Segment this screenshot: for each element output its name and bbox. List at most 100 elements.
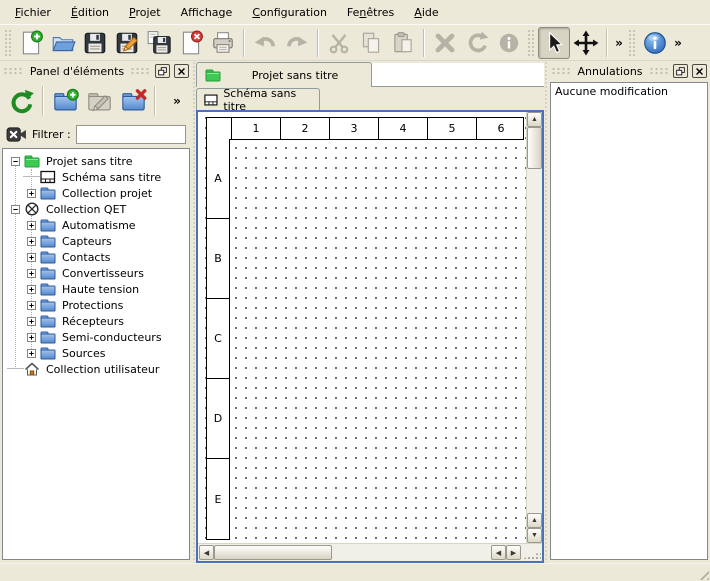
elements-panel-toolbar: » xyxy=(0,81,192,121)
reload-collections-button[interactable] xyxy=(4,84,38,118)
tree-connector xyxy=(23,169,40,185)
qelectrotech-window: FichierÉditionProjetAffichageConfigurati… xyxy=(0,0,710,581)
tree-item-recepteurs[interactable]: Récepteurs xyxy=(3,313,189,329)
scroll-right-button[interactable]: ▶ xyxy=(506,545,521,560)
clear-filter-button[interactable] xyxy=(6,126,27,143)
menu-aide[interactable]: Aide xyxy=(405,3,447,22)
elements-panel-titlebar[interactable]: Panel d'éléments xyxy=(0,61,192,81)
undo-panel-titlebar[interactable]: Annulations xyxy=(548,61,710,81)
tree-expander-plus[interactable] xyxy=(23,313,40,329)
tree-item-label: Collection QET xyxy=(44,203,128,216)
toolbar-handle[interactable] xyxy=(628,29,637,57)
save-all-button[interactable] xyxy=(143,27,175,59)
new-category-button[interactable] xyxy=(48,84,82,118)
toolbar-separator xyxy=(42,86,44,116)
toolbar-handle[interactable] xyxy=(4,29,13,57)
toolbar-handle[interactable] xyxy=(527,29,536,57)
tree-expander-plus[interactable] xyxy=(23,233,40,249)
tree-item-label: Projet sans titre xyxy=(44,155,135,168)
scroll-left-button-2[interactable]: ◀ xyxy=(491,545,506,560)
save-button[interactable] xyxy=(79,27,111,59)
undo-list-item[interactable]: Aucune modification xyxy=(551,83,707,100)
menu-affichage[interactable]: Affichage xyxy=(172,3,242,22)
float-undo-panel-button[interactable] xyxy=(673,64,688,78)
rotate-icon xyxy=(464,30,490,56)
tree-item-projet-sans-titre[interactable]: Projet sans titre xyxy=(3,153,189,169)
tree-item-collection-qet[interactable]: Collection QET xyxy=(3,201,189,217)
close-file-button[interactable] xyxy=(175,27,207,59)
column-header-4: 4 xyxy=(378,118,427,139)
tree-indent xyxy=(3,217,23,233)
save-as-button[interactable] xyxy=(111,27,143,59)
toolbar-separator xyxy=(154,86,156,116)
tree-expander-minus[interactable] xyxy=(7,153,24,169)
tree-expander-plus[interactable] xyxy=(23,217,40,233)
tree-item-collection-projet[interactable]: Collection projet xyxy=(3,185,189,201)
tree-expander-plus[interactable] xyxy=(23,281,40,297)
tree-expander-plus[interactable] xyxy=(23,345,40,361)
modes-overflow-button[interactable]: » xyxy=(612,29,626,57)
print-button[interactable] xyxy=(207,27,239,59)
tab-projet-sans-titre[interactable]: Projet sans titre xyxy=(196,62,372,87)
resize-grip[interactable] xyxy=(696,567,709,580)
tree-item-label: Haute tension xyxy=(60,283,141,296)
about-info-button[interactable] xyxy=(639,27,671,59)
tree-expander-plus[interactable] xyxy=(23,329,40,345)
scroll-down-button[interactable]: ▼ xyxy=(527,528,542,543)
project-tab-label: Projet sans titre xyxy=(227,69,363,82)
tree-item-sources[interactable]: Sources xyxy=(3,345,189,361)
open-button[interactable] xyxy=(47,27,79,59)
menu-fichier[interactable]: Fichier xyxy=(6,3,60,22)
elements-panel: Panel d'éléments » Filtrer : Projet sans… xyxy=(0,61,192,563)
close-undo-panel-button[interactable] xyxy=(692,64,707,78)
tree-expander-plus[interactable] xyxy=(23,297,40,313)
menu-fenetres[interactable]: Fenêtres xyxy=(338,3,403,22)
tree-item-haute-tension[interactable]: Haute tension xyxy=(3,281,189,297)
info-overflow-button[interactable]: » xyxy=(671,29,685,57)
tree-expander-plus[interactable] xyxy=(23,249,40,265)
menu-projet[interactable]: Projet xyxy=(120,3,170,22)
delete-category-button[interactable] xyxy=(116,84,150,118)
tree-expander-plus[interactable] xyxy=(23,265,40,281)
dock-handle-texture xyxy=(649,67,669,75)
tree-item-automatisme[interactable]: Automatisme xyxy=(3,217,189,233)
tree-item-schema-sans-titre[interactable]: Schéma sans titre xyxy=(3,169,189,185)
column-header-6: 6 xyxy=(476,118,525,139)
menu-configuration[interactable]: Configuration xyxy=(243,3,336,22)
folder-blue-icon xyxy=(40,281,56,297)
undo-panel: Annulations Aucune modification xyxy=(548,61,710,563)
toolbar-separator xyxy=(243,29,245,57)
tree-item-semi-conducteurs[interactable]: Semi-conducteurs xyxy=(3,329,189,345)
elements-tree: Projet sans titreSchéma sans titre Colle… xyxy=(2,148,190,560)
pan-mode-button[interactable] xyxy=(570,27,602,59)
scroll-up-button-2[interactable]: ▲ xyxy=(527,513,542,528)
panel-overflow-button[interactable]: » xyxy=(170,87,184,115)
undo-icon xyxy=(252,30,278,56)
toolbar-separator xyxy=(606,29,608,57)
tree-item-capteurs[interactable]: Capteurs xyxy=(3,233,189,249)
tree-expander-plus[interactable] xyxy=(23,185,40,201)
float-panel-button[interactable] xyxy=(155,64,170,78)
tree-item-collection-utilisateur[interactable]: Collection utilisateur xyxy=(3,361,189,377)
filter-input[interactable] xyxy=(76,125,186,144)
tab-schema-sans-titre[interactable]: Schéma sans titre xyxy=(196,88,320,110)
tree-indent xyxy=(3,345,23,361)
horizontal-scroll-thumb[interactable] xyxy=(214,545,332,560)
folder-open-icon xyxy=(50,30,76,56)
select-mode-button[interactable] xyxy=(538,27,570,59)
close-panel-button[interactable] xyxy=(174,64,189,78)
scroll-up-button[interactable]: ▲ xyxy=(527,112,542,127)
schema-canvas[interactable]: 123456 ABCDE xyxy=(198,112,526,543)
tree-item-convertisseurs[interactable]: Convertisseurs xyxy=(3,265,189,281)
vertical-scroll-track[interactable] xyxy=(527,169,542,513)
vertical-scroll-thumb[interactable] xyxy=(527,127,542,169)
undo-panel-title: Annulations xyxy=(575,65,644,78)
floppy-icon xyxy=(82,30,108,56)
scroll-left-button[interactable]: ◀ xyxy=(199,545,214,560)
menu-edition[interactable]: Édition xyxy=(62,3,118,22)
tree-expander-minus[interactable] xyxy=(7,201,24,217)
tree-item-contacts[interactable]: Contacts xyxy=(3,249,189,265)
tree-indent xyxy=(3,297,23,313)
new-document-button[interactable] xyxy=(15,27,47,59)
tree-item-protections[interactable]: Protections xyxy=(3,297,189,313)
